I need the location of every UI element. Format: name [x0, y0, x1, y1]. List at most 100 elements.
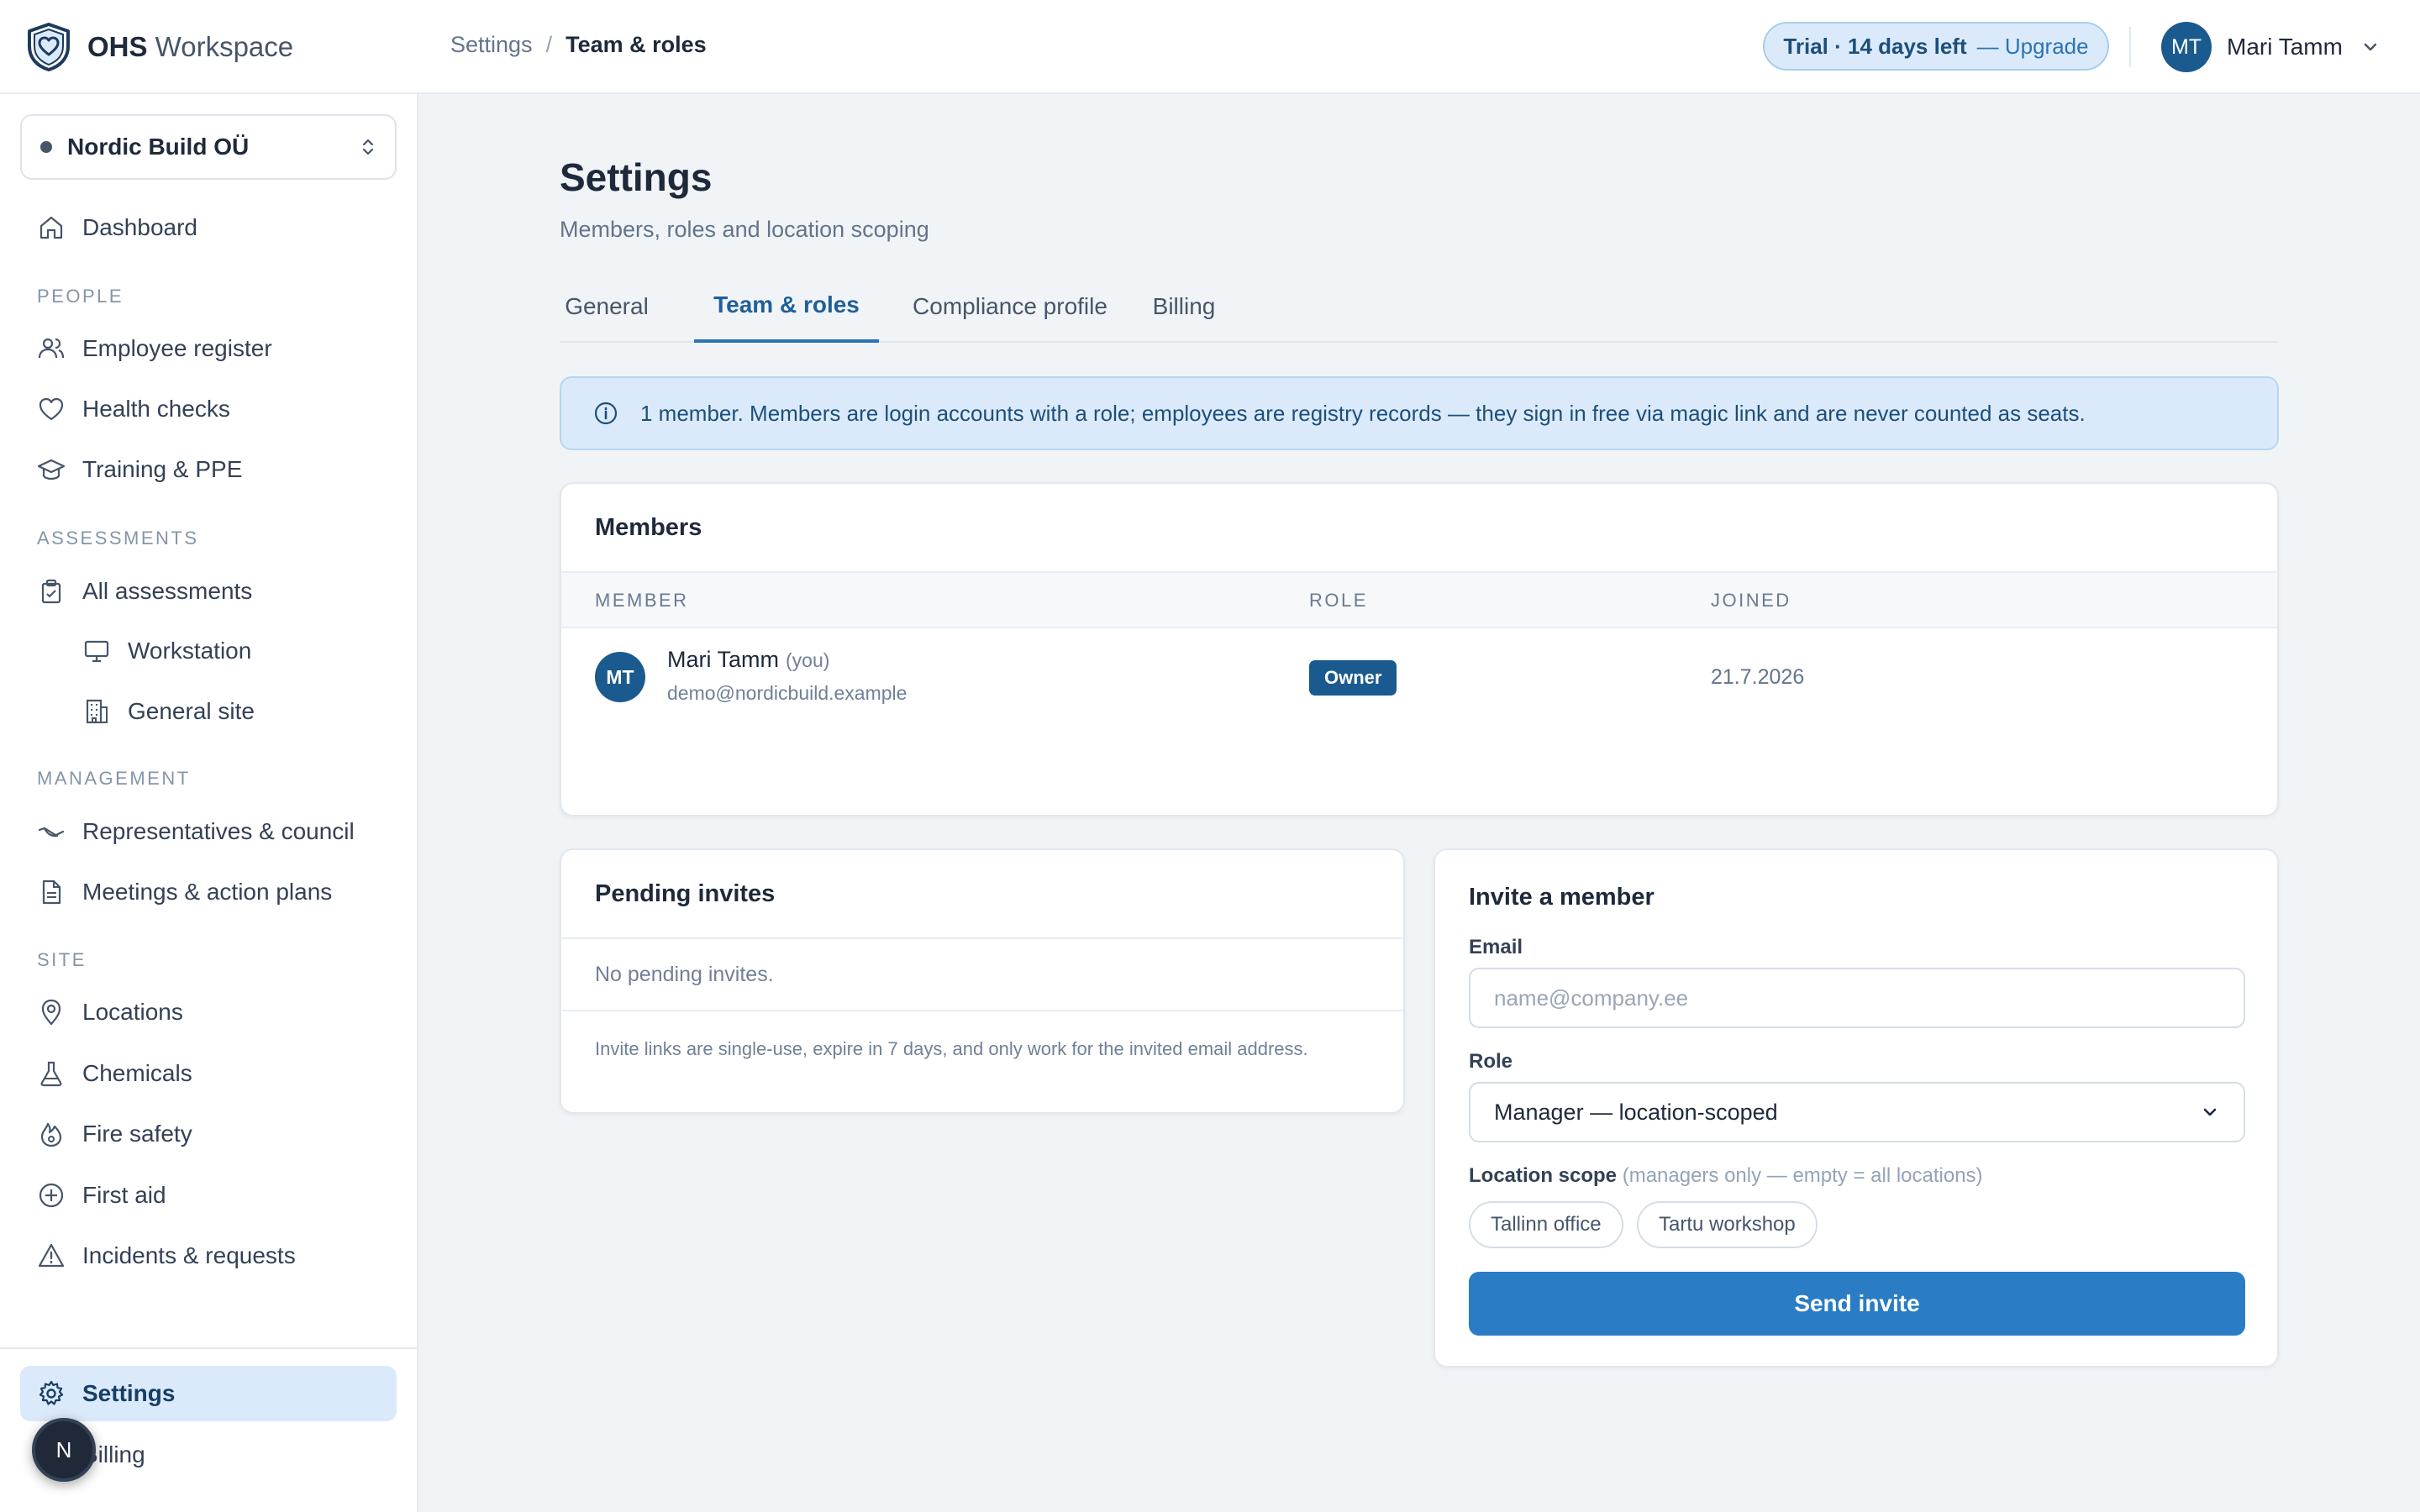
pending-invites-title: Pending invites: [595, 880, 776, 907]
member-email: demo@nordicbuild.example: [667, 682, 908, 704]
sidebar-item-label: Locations: [82, 999, 183, 1025]
sidebar-item-label: Training & PPE: [82, 456, 243, 482]
pending-invites-card: Pending invites No pending invites. Invi…: [560, 848, 1405, 1114]
trial-upgrade-pill[interactable]: Trial · 14 days left — Upgrade: [1763, 22, 2109, 71]
sidebar: Nordic Build OÜ Dashboard PEOPLE Employe…: [0, 94, 418, 1512]
sidebar-item-label: General site: [128, 698, 255, 724]
tab-team-roles[interactable]: Team & roles: [694, 270, 879, 343]
users-icon: [38, 338, 65, 359]
page-subtitle: Members, roles and location scoping: [560, 217, 929, 242]
invite-title: Invite a member: [1469, 884, 1655, 911]
chevron-down-icon: [2203, 1108, 2217, 1116]
breadcrumb-current: Team & roles: [566, 32, 707, 57]
email-field[interactable]: [1469, 968, 2245, 1028]
plus-circle-icon: [39, 1183, 64, 1208]
brand-name: OHS Workspace: [87, 31, 294, 62]
invite-member-card: Invite a member Email Role Manager — loc…: [1434, 848, 2279, 1368]
tab-compliance-profile[interactable]: Compliance profile: [909, 270, 1111, 343]
flask-icon: [40, 1061, 62, 1087]
info-banner: 1 member. Members are login accounts wit…: [560, 376, 2279, 450]
sidebar-item-health-checks[interactable]: Health checks: [20, 381, 397, 437]
role-badge: Owner: [1309, 660, 1397, 696]
sidebar-item-dashboard[interactable]: Dashboard: [20, 200, 397, 255]
sidebar-item-locations[interactable]: Locations: [20, 984, 397, 1040]
sidebar-item-label: Dashboard: [82, 214, 197, 240]
organization-switcher[interactable]: Nordic Build OÜ: [20, 114, 397, 180]
heart-icon: [39, 397, 64, 421]
chevron-up-down-icon: [362, 139, 374, 155]
page-title: Settings: [560, 155, 713, 199]
sidebar-item-label: Health checks: [82, 396, 230, 422]
breadcrumb-settings-link[interactable]: Settings: [450, 32, 533, 58]
column-header-role: ROLE: [1309, 590, 1368, 611]
role-label: Role: [1469, 1050, 1513, 1073]
monitor-icon: [84, 640, 109, 663]
building-icon: [86, 699, 108, 724]
email-label: Email: [1469, 936, 1523, 958]
shield-heart-icon: [28, 23, 70, 71]
sidebar-item-incidents[interactable]: Incidents & requests: [20, 1228, 397, 1284]
sidebar-item-label: Representatives & council: [82, 818, 355, 844]
sidebar-section-assessments: ASSESSMENTS: [37, 528, 199, 549]
upgrade-link[interactable]: — Upgrade: [1977, 34, 2089, 60]
document-icon: [42, 879, 61, 905]
chevron-down-icon: [2364, 43, 2377, 51]
clipboard-icon: [41, 579, 61, 604]
sidebar-item-fire-safety[interactable]: Fire safety: [20, 1106, 397, 1162]
sidebar-item-first-aid[interactable]: First aid: [20, 1168, 397, 1223]
top-bar: OHS Workspace Settings / Team & roles Tr…: [0, 0, 2420, 94]
sidebar-item-label: Employee register: [82, 335, 272, 361]
trial-status: Trial · 14 days left: [1783, 33, 1967, 59]
info-banner-text: 1 member. Members are login accounts wit…: [640, 400, 2086, 426]
sidebar-item-employee-register[interactable]: Employee register: [20, 321, 397, 376]
sidebar-item-general-site[interactable]: General site: [20, 684, 397, 739]
user-name: Mari Tamm: [2227, 34, 2343, 60]
sidebar-item-label: Settings: [82, 1380, 176, 1406]
sidebar-item-meetings[interactable]: Meetings & action plans: [20, 864, 397, 920]
tab-general[interactable]: General: [565, 270, 649, 343]
sidebar-item-representatives[interactable]: Representatives & council: [20, 804, 397, 859]
user-menu[interactable]: MT Mari Tamm: [2161, 22, 2380, 72]
user-avatar: MT: [2161, 22, 2212, 72]
organization-name: Nordic Build OÜ: [67, 134, 250, 160]
tab-billing[interactable]: Billing: [1138, 270, 1230, 343]
pending-empty-state: No pending invites.: [595, 963, 774, 986]
divider: [561, 937, 1403, 939]
sidebar-item-chemicals[interactable]: Chemicals: [20, 1046, 397, 1101]
sidebar-section-management: MANAGEMENT: [37, 768, 191, 789]
joined-date: 21.7.2026: [1711, 665, 1805, 689]
location-scope-hint: (managers only — empty = all locations): [1622, 1164, 1983, 1187]
column-header-member: MEMBER: [595, 590, 689, 611]
member-name: Mari Tamm (you): [667, 647, 830, 672]
divider: [561, 1010, 1403, 1011]
gear-icon: [39, 1380, 64, 1405]
sidebar-section-people: PEOPLE: [37, 286, 124, 307]
sidebar-section-site: SITE: [37, 949, 87, 970]
location-chip-tallinn[interactable]: Tallinn office: [1469, 1201, 1623, 1248]
sidebar-item-settings[interactable]: Settings: [20, 1366, 397, 1421]
sidebar-item-label: Chemicals: [82, 1060, 192, 1086]
members-card: Members MEMBER ROLE JOINED MT Mari Tamm(…: [560, 482, 2279, 816]
location-chip-tartu[interactable]: Tartu workshop: [1637, 1201, 1818, 1248]
location-scope-label: Location scope (managers only — empty = …: [1469, 1164, 1983, 1187]
pending-invites-note: Invite links are single-use, expire in 7…: [595, 1038, 1308, 1059]
main-content: Settings Members, roles and location sco…: [418, 94, 2420, 1512]
send-invite-button[interactable]: Send invite: [1469, 1272, 2245, 1336]
sidebar-item-workstation[interactable]: Workstation: [20, 623, 397, 679]
flame-icon: [40, 1122, 62, 1147]
handshake-icon: [38, 827, 65, 837]
org-status-dot: [40, 141, 52, 153]
floating-assistant-button[interactable]: N: [32, 1418, 96, 1482]
graduation-cap-icon: [37, 459, 66, 480]
table-row[interactable]: MT Mari Tamm (you) demo@nordicbuild.examp…: [561, 628, 2277, 729]
role-select[interactable]: Manager — location-scoped: [1469, 1082, 2245, 1142]
sidebar-item-label: Meetings & action plans: [82, 879, 333, 905]
sidebar-item-all-assessments[interactable]: All assessments: [20, 564, 397, 619]
members-table-header: MEMBER ROLE JOINED: [561, 571, 2277, 628]
sidebar-item-training-ppe[interactable]: Training & PPE: [20, 442, 397, 497]
home-icon: [39, 216, 63, 239]
breadcrumb: Settings / Team & roles: [450, 32, 707, 58]
sidebar-item-label: Incidents & requests: [82, 1242, 296, 1268]
brand[interactable]: OHS Workspace: [25, 22, 293, 72]
sidebar-divider: [0, 1347, 417, 1349]
